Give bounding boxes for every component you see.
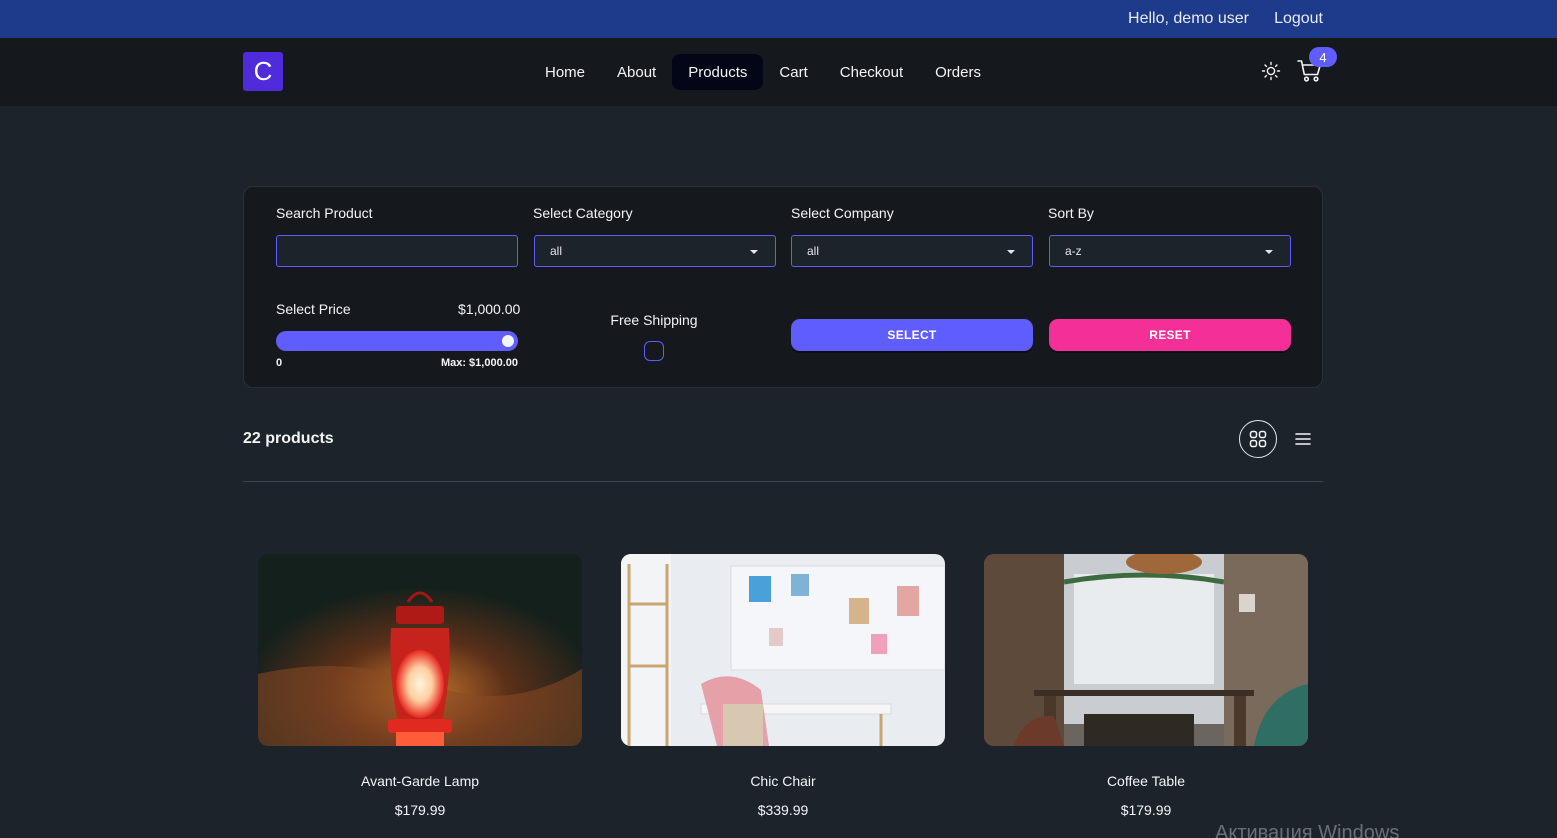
product-image xyxy=(621,554,945,746)
sort-select[interactable]: a-z xyxy=(1049,235,1291,267)
search-input[interactable] xyxy=(276,235,518,267)
chevron-down-icon xyxy=(1007,250,1015,254)
nav-link-checkout[interactable]: Checkout xyxy=(824,54,919,90)
product-card[interactable]: Avant-Garde Lamp $179.99 xyxy=(258,554,582,818)
product-count: 22 products xyxy=(243,430,334,447)
sun-icon[interactable] xyxy=(1261,61,1281,81)
select-button[interactable]: SELECT xyxy=(791,319,1033,351)
search-label: Search Product xyxy=(276,205,373,221)
category-label: Select Category xyxy=(533,205,633,221)
nav-links: Home About Products Cart Checkout Orders xyxy=(529,54,997,90)
nav-link-cart[interactable]: Cart xyxy=(763,54,823,90)
nav-link-home[interactable]: Home xyxy=(529,54,601,90)
nav-link-orders[interactable]: Orders xyxy=(919,54,997,90)
chevron-down-icon xyxy=(1265,250,1273,254)
product-image xyxy=(984,554,1308,746)
chevron-down-icon xyxy=(750,250,758,254)
product-price: $179.99 xyxy=(394,802,446,818)
filters-form: Search Product Select Category all Selec… xyxy=(243,186,1323,388)
product-image xyxy=(258,554,582,746)
product-card[interactable]: Coffee Table $179.99 xyxy=(984,554,1308,818)
free-shipping-checkbox[interactable] xyxy=(644,341,664,361)
price-value: $1,000.00 xyxy=(458,301,521,317)
greeting-text: Hello, demo user xyxy=(1128,10,1249,27)
product-name: Chic Chair xyxy=(750,773,816,789)
nav-link-about[interactable]: About xyxy=(601,54,672,90)
windows-activation-watermark: Активация Windows xyxy=(1215,822,1400,838)
top-bar: Hello, demo user Logout xyxy=(0,0,1557,38)
cart-count-badge: 4 xyxy=(1309,47,1337,67)
price-range-slider[interactable] xyxy=(276,331,518,351)
price-slider-handle[interactable] xyxy=(502,335,514,347)
company-select[interactable]: all xyxy=(791,235,1033,267)
free-shipping-label: Free Shipping xyxy=(610,312,698,328)
company-label: Select Company xyxy=(791,205,894,221)
list-view-button[interactable] xyxy=(1289,425,1317,453)
price-max-label: Max: $1,000.00 xyxy=(440,357,518,369)
sort-label: Sort By xyxy=(1048,205,1094,221)
nav-link-products[interactable]: Products xyxy=(672,54,764,90)
company-value: all xyxy=(807,244,820,258)
grid-view-button[interactable] xyxy=(1239,420,1277,458)
reset-button[interactable]: RESET xyxy=(1049,319,1291,351)
price-label: Select Price xyxy=(276,301,351,317)
grid-icon xyxy=(1249,430,1267,448)
product-name: Avant-Garde Lamp xyxy=(360,773,480,789)
sort-value: a-z xyxy=(1065,244,1082,258)
product-price: $339.99 xyxy=(757,802,809,818)
product-card[interactable]: Chic Chair $339.99 xyxy=(621,554,945,818)
list-icon xyxy=(1295,433,1311,445)
logout-link[interactable]: Logout xyxy=(1274,10,1323,28)
category-select[interactable]: all xyxy=(534,235,776,267)
category-value: all xyxy=(550,244,563,258)
product-name: Coffee Table xyxy=(1106,773,1186,789)
product-price: $179.99 xyxy=(1120,802,1172,818)
price-min-label: 0 xyxy=(276,357,283,369)
section-divider xyxy=(243,481,1323,482)
logo-button[interactable]: C xyxy=(243,52,283,91)
